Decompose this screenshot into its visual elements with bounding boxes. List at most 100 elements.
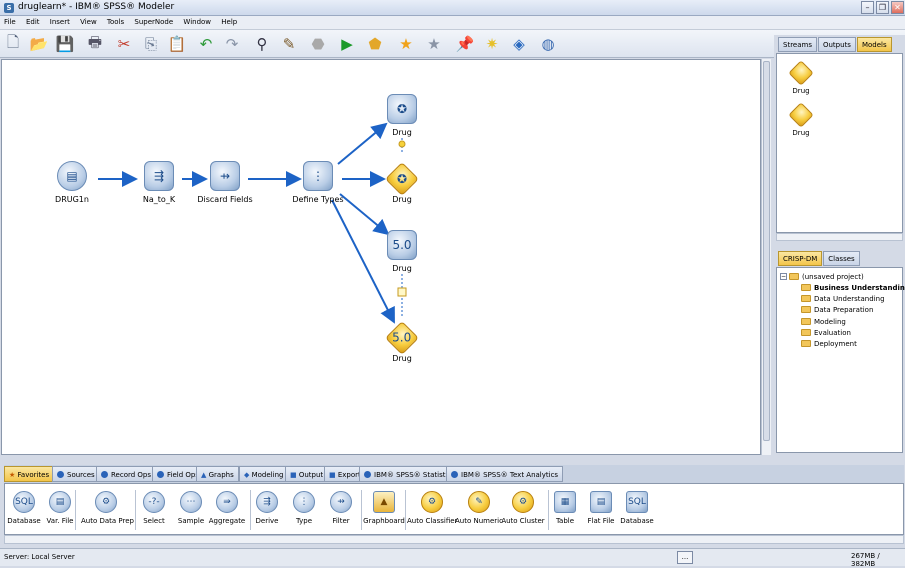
- tab-spss-statistics[interactable]: IBM® SPSS® Statistics: [359, 466, 460, 482]
- palette-auto-data-prep[interactable]: ⚙ Auto Data Prep: [81, 491, 134, 525]
- node-nn-nugget[interactable]: ✪ Drug: [357, 162, 447, 204]
- palette-var-file[interactable]: ▤ Var. File: [35, 491, 85, 525]
- node-drug1n[interactable]: ▤ DRUG1n: [27, 161, 117, 204]
- tree-item[interactable]: Data Understanding: [801, 293, 885, 304]
- gem-icon[interactable]: ◈: [508, 33, 530, 55]
- model-item[interactable]: Drug: [781, 60, 821, 95]
- node-label: Drug: [392, 128, 412, 137]
- tree-item[interactable]: Modeling: [801, 316, 846, 327]
- tab-text-analytics[interactable]: IBM® SPSS® Text Analytics: [446, 466, 564, 482]
- run-icon[interactable]: ▶: [336, 33, 358, 55]
- models-scrollbar[interactable]: [776, 233, 903, 241]
- menu-file[interactable]: File: [0, 16, 20, 26]
- tab-output[interactable]: ■ Output: [285, 466, 329, 482]
- star-gray-icon[interactable]: ★: [423, 33, 445, 55]
- file-icon: ▤: [49, 491, 71, 513]
- node-c50-nugget[interactable]: 5.0 Drug: [357, 321, 447, 363]
- palette-database-export[interactable]: SQL Database: [612, 491, 662, 525]
- find-icon[interactable]: ⚲: [251, 33, 273, 55]
- manager-panel: Streams Outputs Models Drug Drug CRISP-DM C…: [774, 35, 905, 455]
- new-icon[interactable]: 🗋: [2, 33, 24, 55]
- filter-icon: ⇸: [330, 491, 352, 513]
- tab-sources[interactable]: Sources: [52, 466, 100, 482]
- select-icon: -?-: [143, 491, 165, 513]
- sources-icon: [57, 471, 64, 478]
- window-title: druglearn* - IBM® SPSS® Modeler: [18, 2, 175, 12]
- tree-item[interactable]: Data Preparation: [801, 304, 873, 315]
- tab-modeling[interactable]: ◆ Modeling: [239, 466, 289, 482]
- tree-item[interactable]: Business Understanding: [801, 282, 905, 293]
- cut-icon[interactable]: ✂: [113, 33, 135, 55]
- print-icon[interactable]: 🖶: [84, 33, 106, 55]
- palette-auto-classifier[interactable]: ⚙ Auto Classifier: [407, 491, 457, 525]
- menu-insert[interactable]: Insert: [46, 16, 74, 26]
- tree-item[interactable]: Deployment: [801, 338, 857, 349]
- file-icon: ▤: [57, 161, 87, 191]
- canvas-vertical-scrollbar[interactable]: [761, 59, 771, 455]
- tab-classes[interactable]: Classes: [823, 251, 860, 266]
- model-nugget-icon: ✪: [385, 162, 419, 196]
- tab-streams[interactable]: Streams: [778, 37, 817, 52]
- collapse-icon[interactable]: −: [780, 273, 787, 280]
- open-icon[interactable]: 📂: [28, 33, 50, 55]
- paste-icon[interactable]: 📋: [166, 33, 188, 55]
- palette-scrollbar[interactable]: [4, 535, 904, 544]
- menu-view[interactable]: View: [76, 16, 101, 26]
- node-discard-fields[interactable]: ⇸ Discard Fields: [180, 161, 270, 204]
- model-nugget-icon: 5.0: [385, 321, 419, 355]
- tab-favorites[interactable]: ★ Favorites: [4, 466, 55, 482]
- copy-icon[interactable]: ⎘: [140, 33, 162, 55]
- tab-graphs[interactable]: ▲ Graphs: [196, 466, 239, 482]
- node-label: Drug: [392, 195, 412, 204]
- menu-tools[interactable]: Tools: [103, 16, 128, 26]
- record-ops-icon: [101, 471, 108, 478]
- star-icon[interactable]: ★: [395, 33, 417, 55]
- palette-graphboard[interactable]: ▲ Graphboard: [359, 491, 409, 525]
- text-analytics-icon: [451, 471, 458, 478]
- node-label: Define Types: [292, 195, 344, 204]
- tab-models[interactable]: Models: [856, 37, 892, 52]
- menu-edit[interactable]: Edit: [22, 16, 44, 26]
- pin-icon[interactable]: 📌: [454, 33, 476, 55]
- note-icon[interactable]: ✷: [481, 33, 503, 55]
- auto-numeric-icon: ✎: [468, 491, 490, 513]
- type-icon: ⋮: [303, 161, 333, 191]
- node-c50[interactable]: 5.0 Drug: [357, 230, 447, 273]
- model-item[interactable]: Drug: [781, 102, 821, 137]
- derive-icon: ⇶: [144, 161, 174, 191]
- palette-auto-numeric[interactable]: ✎ Auto Numeric: [454, 491, 504, 525]
- folder-icon: [801, 318, 811, 325]
- menu-supernode[interactable]: SuperNode: [130, 16, 177, 26]
- close-button[interactable]: ✕: [891, 1, 904, 14]
- table-icon: ▦: [554, 491, 576, 513]
- auto-data-prep-icon: ⚙: [95, 491, 117, 513]
- tab-record-ops[interactable]: Record Ops: [96, 466, 157, 482]
- database-icon: SQL: [13, 491, 35, 513]
- stream-canvas[interactable]: ▤ DRUG1n ⇶ Na_to_K ⇸ Discard Fields ⋮ De…: [1, 59, 761, 455]
- save-icon[interactable]: 💾: [54, 33, 76, 55]
- node-neural-net[interactable]: ✪ Drug: [357, 94, 447, 137]
- tab-outputs[interactable]: Outputs: [817, 37, 856, 52]
- menu-bar: File Edit Insert View Tools SuperNode Wi…: [0, 16, 905, 30]
- maximize-button[interactable]: ❐: [876, 1, 889, 14]
- status-more-button[interactable]: ...: [677, 551, 693, 564]
- type-icon: ⋮: [293, 491, 315, 513]
- tree-item[interactable]: Evaluation: [801, 327, 851, 338]
- flat-file-icon: ▤: [590, 491, 612, 513]
- tree-root[interactable]: − (unsaved project): [780, 271, 864, 282]
- menu-help[interactable]: Help: [217, 16, 241, 26]
- redo-icon[interactable]: ↷: [221, 33, 243, 55]
- sample-icon: ⋯: [180, 491, 202, 513]
- tab-crisp-dm[interactable]: CRISP-DM: [778, 251, 823, 266]
- node-define-types[interactable]: ⋮ Define Types: [273, 161, 363, 204]
- supernode-icon[interactable]: ⬟: [364, 33, 386, 55]
- menu-window[interactable]: Window: [179, 16, 215, 26]
- globe-icon[interactable]: ◍: [537, 33, 559, 55]
- scroll-thumb[interactable]: [763, 61, 770, 441]
- auto-classifier-icon: ⚙: [421, 491, 443, 513]
- derive-icon: ⇶: [256, 491, 278, 513]
- minimize-button[interactable]: –: [861, 1, 874, 14]
- annotate-icon[interactable]: ✎: [278, 33, 300, 55]
- undo-icon[interactable]: ↶: [195, 33, 217, 55]
- stop-icon[interactable]: ⬣: [307, 33, 329, 55]
